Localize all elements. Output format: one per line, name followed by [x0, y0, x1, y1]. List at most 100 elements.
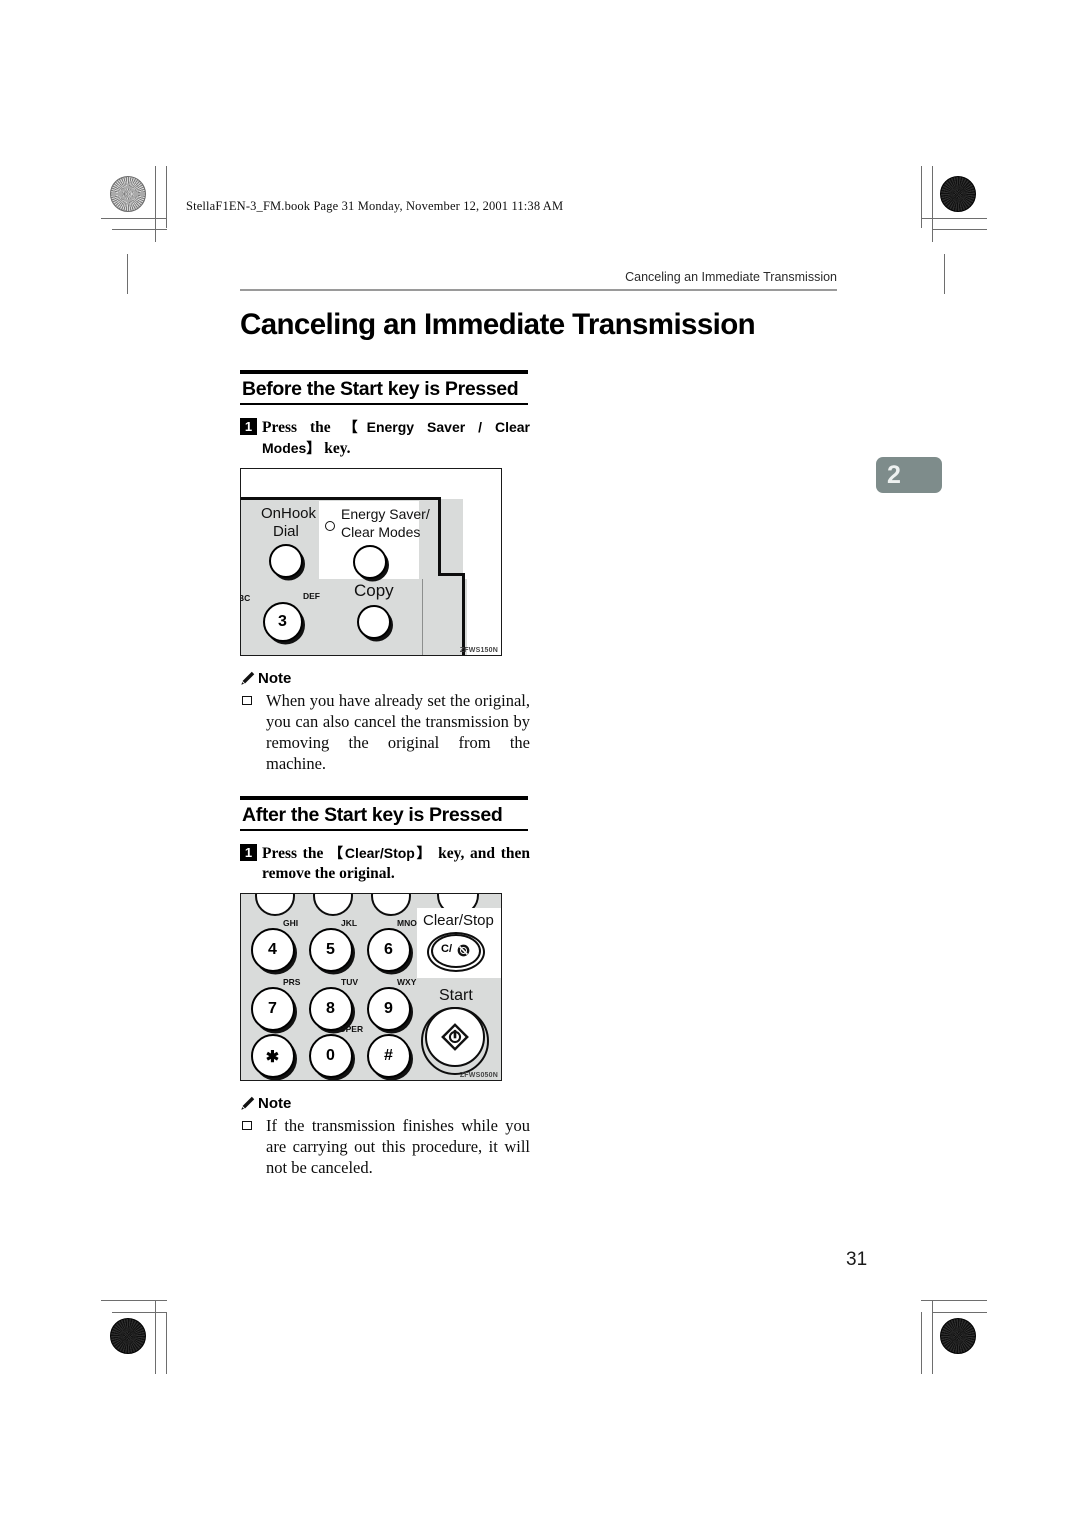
keynum-hash: # — [384, 1046, 393, 1064]
pencil-icon — [240, 1096, 255, 1111]
panel-outline-right-lower — [462, 572, 465, 655]
step-text: Press the 【Energy Saver / Clear Modes】 k… — [262, 417, 530, 459]
figure-id-label: ZFWS150N — [459, 646, 498, 654]
registration-crosshair-bottom-center — [523, 1305, 557, 1339]
label-start: Start — [439, 986, 473, 1004]
page-number: 31 — [846, 1249, 868, 1270]
figure-id-label: ZFWS050N — [459, 1071, 498, 1079]
step-text-before: Press the — [262, 418, 344, 436]
running-header: Canceling an Immediate Transmission — [625, 270, 837, 284]
label-energy-saver-line2: Clear Modes — [341, 523, 421, 540]
crop-line — [932, 166, 934, 242]
section-heading-label: After the Start key is Pressed — [242, 803, 503, 826]
keysub-bc: BC — [241, 592, 251, 603]
label-clear-stop-glyph: C/ — [441, 942, 452, 955]
crop-line — [943, 254, 945, 294]
keynum-5: 5 — [326, 940, 335, 958]
keycap-clear-stop: 【Clear/Stop】 — [329, 844, 433, 861]
panel-outline-top — [241, 496, 441, 500]
note-bullet-icon — [242, 695, 252, 705]
crop-line — [921, 1300, 987, 1302]
keysub-TUV: TUV — [341, 976, 358, 987]
label-onhook-dial-line1: OnHook — [261, 504, 317, 522]
button-key-3[interactable]: 3 — [263, 601, 303, 642]
keynum-8: 8 — [326, 999, 335, 1017]
figure-control-panel: OnHook Dial Energy Saver/ Clear Modes Co… — [240, 467, 502, 656]
crop-line — [126, 254, 128, 294]
keynum-0: 0 — [326, 1046, 335, 1064]
crop-line — [921, 218, 987, 220]
section-heading-after-start: After the Start key is Pressed — [240, 795, 528, 831]
step-number-marker: 1 — [240, 417, 257, 435]
button-key-9[interactable]: 9 — [367, 986, 411, 1031]
step-1-before-start: 1 Press the 【Energy Saver / Clear Modes】… — [240, 417, 530, 459]
note-title: Note — [258, 669, 292, 687]
button-key-5[interactable]: 5 — [309, 927, 353, 972]
step-text-before: Press the — [262, 844, 330, 862]
section-heading-before-start: Before the Start key is Pressed — [240, 370, 528, 405]
step-1-after-start: 1 Press the 【Clear/Stop】 key, and then r… — [240, 843, 530, 884]
registration-crosshair-right-lower — [927, 1263, 961, 1297]
button-clear-stop[interactable]: C/ — [431, 933, 481, 968]
crop-line — [155, 166, 157, 242]
button-key-7[interactable]: 7 — [251, 986, 295, 1031]
button-key-hash[interactable]: # — [367, 1033, 411, 1078]
note-title: Note — [258, 1094, 292, 1112]
keynum-asterisk: ✱ — [265, 1048, 280, 1066]
panel-divider-vertical — [422, 578, 424, 655]
pencil-icon — [240, 671, 255, 686]
label-clear-stop: Clear/Stop — [423, 911, 494, 929]
heading-rule-bottom — [240, 402, 528, 405]
step-number-marker: 1 — [240, 843, 257, 861]
note-bullet-icon — [242, 1120, 252, 1130]
crop-line — [932, 1312, 987, 1314]
button-key-0[interactable]: 0 — [309, 1033, 353, 1078]
note-item: When you have already set the original, … — [240, 690, 530, 774]
keynum-7: 7 — [268, 999, 277, 1017]
page-title: Canceling an Immediate Transmission — [240, 308, 756, 341]
note-text: If the transmission finishes while you a… — [266, 1115, 530, 1177]
content-column: Canceling an Immediate Transmission Befo… — [240, 306, 756, 1178]
registration-crosshair-right-middle — [927, 742, 961, 776]
keysub-def: DEF — [303, 590, 320, 601]
keysub-JKL: JKL — [341, 917, 358, 928]
button-onhook-dial[interactable] — [269, 543, 303, 578]
keynum-3: 3 — [278, 612, 287, 630]
running-header-rule — [240, 289, 837, 291]
button-start[interactable] — [425, 1006, 485, 1067]
button-key-6[interactable]: 6 — [367, 927, 411, 972]
start-diamond-icon — [441, 1023, 469, 1051]
keysub-OPER: OPER — [339, 1023, 364, 1034]
label-energy-saver-line1: Energy Saver/ — [341, 505, 430, 522]
panel-outline-right-upper — [438, 496, 441, 575]
panel-outline-notch — [438, 572, 465, 576]
file-header-text: StellaF1EN-3_FM.book Page 31 Monday, Nov… — [186, 199, 564, 213]
button-copy[interactable] — [357, 604, 391, 639]
button-energy-saver-clear-modes[interactable] — [353, 544, 387, 579]
note-item: If the transmission finishes while you a… — [240, 1115, 530, 1178]
note-block-before-start: Note When you have already set the origi… — [240, 669, 530, 774]
label-copy: Copy — [354, 580, 394, 600]
chapter-tab: 2 — [876, 457, 942, 493]
registration-crosshair-left-middle — [110, 742, 144, 776]
keysub-PRS: PRS — [283, 976, 301, 987]
crop-line — [101, 1300, 167, 1302]
energy-saver-led-icon — [325, 520, 335, 531]
section-heading-label: Before the Start key is Pressed — [242, 377, 519, 400]
registration-circle-bottom-right — [940, 1318, 976, 1354]
button-key-asterisk[interactable]: ✱ — [251, 1033, 295, 1078]
button-key-4[interactable]: 4 — [251, 927, 295, 972]
figure-keypad: Clear/Stop C/ Start GHI 4 JKL 5 MNO 6 PR… — [240, 892, 502, 1081]
keysub-MNO: MNO — [397, 917, 417, 928]
keysub-WXY: WXY — [397, 976, 417, 987]
note-text: When you have already set the original, … — [266, 690, 530, 773]
registration-circle-bottom-left — [110, 1318, 146, 1354]
stop-symbol-icon — [457, 944, 470, 957]
page-sheet: StellaF1EN-3_FM.book Page 31 Monday, Nov… — [0, 0, 1080, 1528]
chapter-tab-number: 2 — [887, 461, 901, 489]
keynum-4: 4 — [268, 940, 277, 958]
registration-crosshair-bottom-right — [880, 1305, 914, 1339]
keysub-GHI: GHI — [283, 917, 299, 928]
crop-line — [932, 229, 987, 231]
label-onhook-dial-line2: Dial — [273, 522, 299, 540]
